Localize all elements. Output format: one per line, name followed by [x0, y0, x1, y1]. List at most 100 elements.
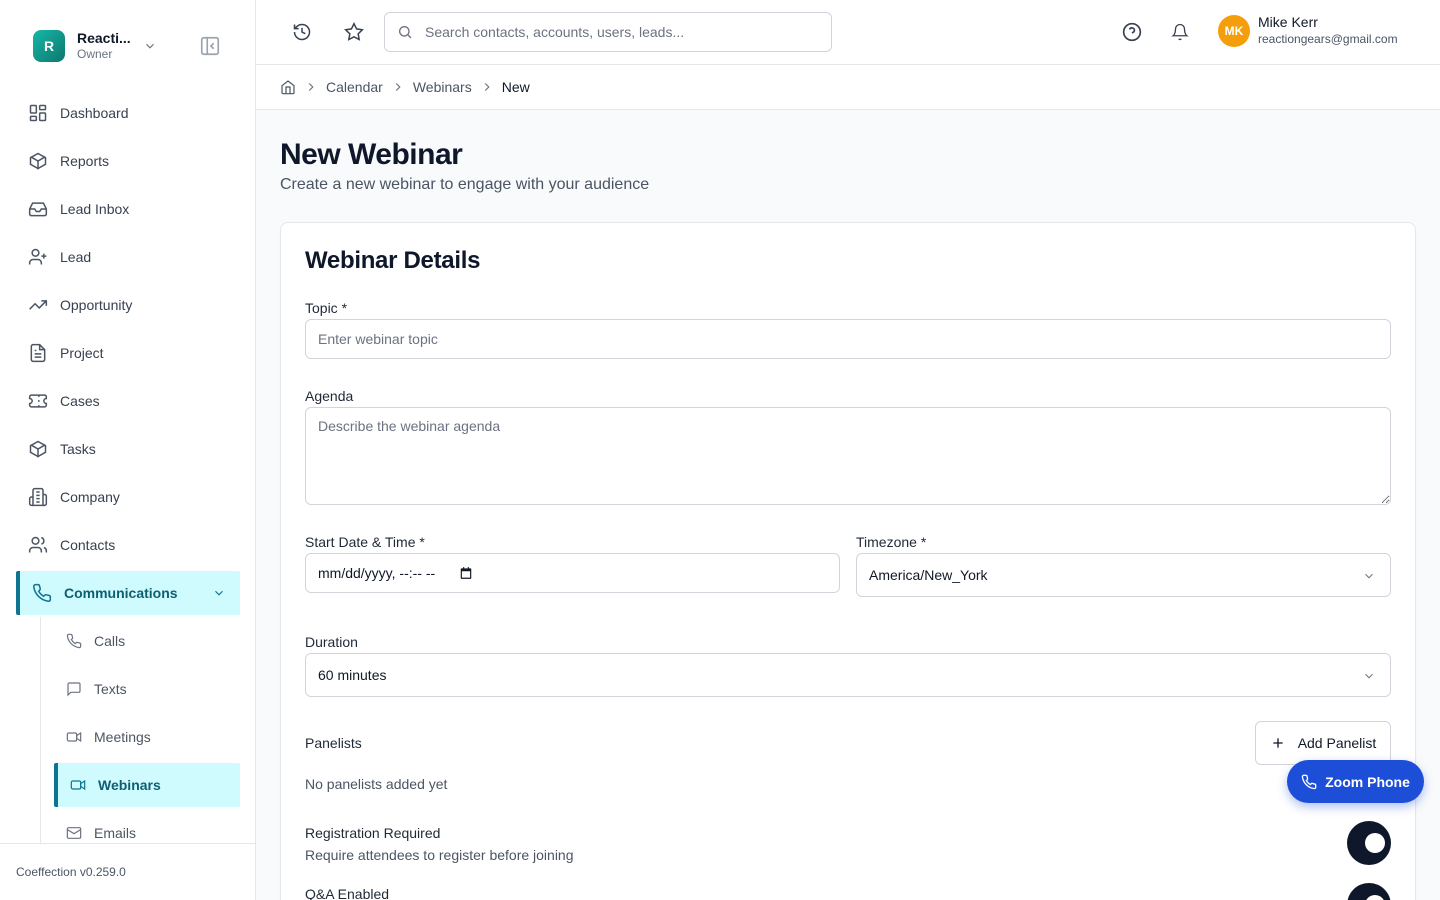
- sidebar: R Reacti... Owner Dashboard Reports Lead…: [0, 0, 256, 900]
- timezone-label: Timezone *: [856, 534, 927, 550]
- org-logo: R: [33, 30, 65, 62]
- user-info: Mike Kerr reactiongears@gmail.com: [1258, 14, 1398, 48]
- topic-input[interactable]: [305, 319, 1391, 359]
- sidebar-item-label: Opportunity: [60, 297, 133, 313]
- star-icon[interactable]: [344, 22, 364, 42]
- inbox-icon: [28, 202, 48, 217]
- registration-toggle[interactable]: [1347, 821, 1391, 865]
- duration-select[interactable]: 60 minutes: [305, 653, 1391, 697]
- sidebar-item-label: Communications: [64, 585, 178, 601]
- video-icon: [70, 779, 86, 791]
- box-icon: [29, 440, 47, 458]
- duration-value: 60 minutes: [318, 667, 387, 683]
- breadcrumb: Calendar Webinars New: [256, 65, 1440, 110]
- sidebar-item-opportunity[interactable]: Opportunity: [16, 281, 240, 329]
- add-panelist-button[interactable]: Add Panelist: [1255, 721, 1391, 765]
- page-title: New Webinar: [280, 138, 463, 171]
- top-bar: MK Mike Kerr reactiongears@gmail.com: [256, 0, 1440, 65]
- start-datetime-input[interactable]: mm/dd/yyyy, --:-- --: [305, 553, 840, 593]
- sidebar-item-calls[interactable]: Calls: [54, 617, 240, 665]
- bell-icon[interactable]: [1171, 23, 1189, 41]
- dashboard-icon: [29, 104, 47, 122]
- home-icon[interactable]: [280, 79, 296, 95]
- building-icon: [28, 487, 48, 507]
- user-email: reactiongears@gmail.com: [1258, 32, 1398, 46]
- org-name: Reacti...: [77, 30, 131, 46]
- qa-toggle[interactable]: [1347, 883, 1391, 900]
- sidebar-item-communications[interactable]: Communications: [16, 571, 240, 615]
- sidebar-item-label: Emails: [94, 825, 137, 841]
- sidebar-item-meetings[interactable]: Meetings: [54, 713, 240, 761]
- history-icon[interactable]: [292, 22, 312, 42]
- chevron-right-icon: [308, 83, 314, 91]
- page-subtitle: Create a new webinar to engage with your…: [280, 176, 650, 193]
- plus-icon: [1273, 738, 1283, 748]
- sidebar-item-dashboard[interactable]: Dashboard: [16, 89, 240, 137]
- sidebar-item-label: Contacts: [60, 537, 116, 553]
- message-icon: [67, 682, 81, 697]
- breadcrumb-webinars[interactable]: Webinars: [413, 79, 472, 95]
- breadcrumb-current: New: [501, 79, 530, 95]
- webinar-details-card: Webinar Details Topic * Agenda Start Dat…: [280, 222, 1416, 900]
- users-icon: [28, 536, 48, 553]
- sidebar-nav: Dashboard Reports Lead Inbox Lead Opport…: [16, 89, 240, 857]
- sidebar-item-label: Project: [60, 345, 104, 361]
- timezone-value: America/New_York: [869, 567, 988, 583]
- search-input[interactable]: [425, 24, 805, 40]
- user-name: Mike Kerr: [1258, 14, 1318, 30]
- sidebar-item-company[interactable]: Company: [16, 473, 240, 521]
- user-menu[interactable]: MK Mike Kerr reactiongears@gmail.com: [1218, 14, 1398, 48]
- org-text: Reacti... Owner: [77, 30, 131, 62]
- document-icon: [30, 343, 46, 363]
- no-panelists-text: No panelists added yet: [305, 776, 448, 792]
- global-search[interactable]: [384, 12, 832, 52]
- sidebar-item-label: Company: [60, 489, 120, 505]
- sidebar-collapse-icon[interactable]: [199, 35, 221, 57]
- sidebar-item-label: Calls: [94, 633, 126, 649]
- timezone-select[interactable]: America/New_York: [856, 553, 1391, 597]
- sidebar-item-lead[interactable]: Lead: [16, 233, 240, 281]
- sidebar-item-contacts[interactable]: Contacts: [16, 521, 240, 569]
- chevron-right-icon: [484, 83, 490, 91]
- sidebar-item-label: Tasks: [60, 441, 96, 457]
- registration-label: Registration Required: [305, 825, 441, 841]
- sidebar-item-texts[interactable]: Texts: [54, 665, 240, 713]
- chevron-down-icon[interactable]: [212, 586, 226, 600]
- agenda-label: Agenda: [305, 388, 354, 404]
- sidebar-item-label: Lead: [60, 249, 92, 265]
- phone-icon: [66, 633, 82, 649]
- sidebar-item-label: Lead Inbox: [60, 201, 130, 217]
- search-icon: [399, 26, 412, 39]
- qa-label: Q&A Enabled: [305, 886, 390, 900]
- registration-description: Require attendees to register before joi…: [305, 847, 574, 863]
- communications-subnav: Calls Texts Meetings Webinars Emails: [40, 617, 240, 857]
- zoom-phone-button[interactable]: Zoom Phone: [1287, 760, 1424, 803]
- topic-label: Topic *: [305, 300, 348, 316]
- box-icon: [29, 152, 47, 170]
- ticket-icon: [28, 394, 48, 408]
- chevron-right-icon: [395, 83, 401, 91]
- sidebar-item-webinars[interactable]: Webinars: [54, 763, 240, 807]
- toggle-knob: [1365, 833, 1385, 853]
- sidebar-item-project[interactable]: Project: [16, 329, 240, 377]
- help-icon[interactable]: [1122, 22, 1142, 42]
- sidebar-item-label: Dashboard: [60, 105, 129, 121]
- phone-icon: [1301, 774, 1317, 789]
- sidebar-item-label: Meetings: [94, 729, 151, 745]
- calendar-icon[interactable]: [459, 566, 473, 580]
- sidebar-item-tasks[interactable]: Tasks: [16, 425, 240, 473]
- sidebar-item-label: Texts: [94, 681, 127, 697]
- trending-up-icon: [29, 300, 48, 310]
- sidebar-item-reports[interactable]: Reports: [16, 137, 240, 185]
- duration-label: Duration: [305, 634, 358, 650]
- start-datetime-value: mm/dd/yyyy, --:-- --: [318, 565, 436, 581]
- sidebar-item-label: Reports: [60, 153, 110, 169]
- mail-icon: [66, 827, 82, 839]
- avatar: MK: [1218, 15, 1250, 47]
- chevron-down-icon: [1365, 673, 1373, 679]
- sidebar-item-cases[interactable]: Cases: [16, 377, 240, 425]
- sidebar-item-lead-inbox[interactable]: Lead Inbox: [16, 185, 240, 233]
- breadcrumb-calendar[interactable]: Calendar: [326, 79, 383, 95]
- agenda-textarea[interactable]: [305, 407, 1391, 505]
- start-datetime-label: Start Date & Time *: [305, 534, 425, 550]
